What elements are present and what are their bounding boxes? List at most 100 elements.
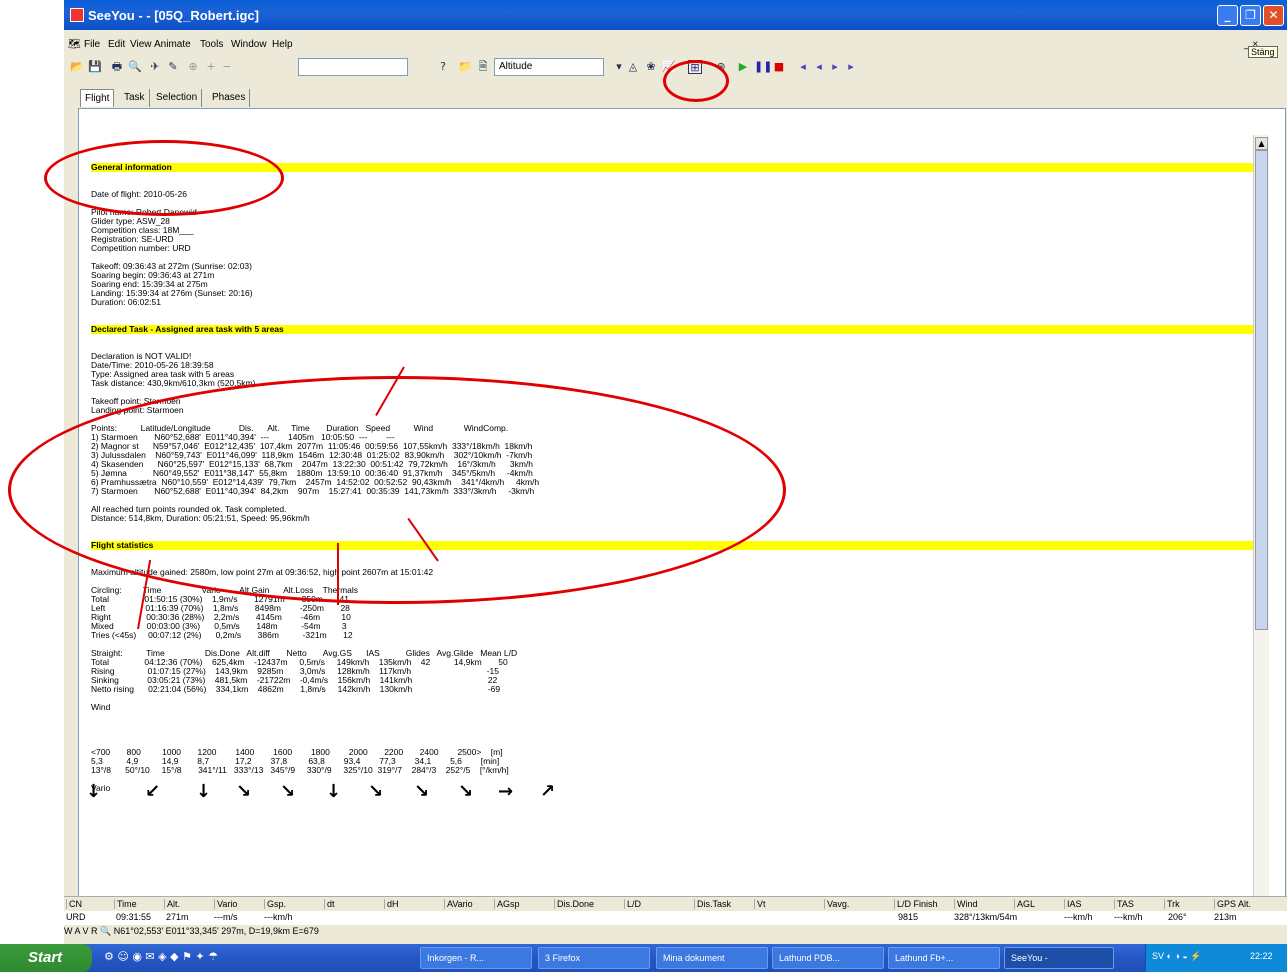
tab-phases[interactable]: Phases	[208, 89, 251, 107]
menu-help[interactable]: Help	[272, 39, 293, 50]
pause-icon[interactable]: ❚❚	[754, 60, 772, 74]
clock: 22:22	[1250, 951, 1273, 961]
scroll-up-icon[interactable]: ▲	[1255, 137, 1268, 150]
tab-flight[interactable]: Flight	[80, 89, 115, 107]
col-vt[interactable]: Vt	[754, 899, 766, 909]
wind-arrow-icon: ↓	[326, 781, 342, 802]
cell-time: 09:31:55	[116, 912, 152, 922]
tray-icons[interactable]: SV ◐ ◑ ◒ ⚡	[1152, 951, 1202, 962]
forward-icon[interactable]: ▸	[844, 60, 858, 74]
col-gsp[interactable]: Gsp.	[264, 899, 286, 909]
wind-arrow-icon: ↙	[145, 781, 161, 802]
stop-icon[interactable]: ■	[772, 60, 786, 74]
zoom-icon[interactable]: ⊕	[186, 60, 200, 74]
declared-task-header: Declared Task - Assigned area task with …	[91, 325, 1261, 334]
taskbar-item-inbox[interactable]: Inkorgen - R...	[420, 947, 532, 969]
col-vario[interactable]: Vario	[214, 899, 237, 909]
col-trk[interactable]: Trk	[1164, 899, 1180, 909]
wind-arrow-icon: ↘	[368, 781, 384, 802]
zoom-in-icon[interactable]: +	[204, 60, 218, 74]
title-bar: SeeYou - - [05Q_Robert.igc] _ ❐ ✕	[64, 0, 1287, 30]
col-alt[interactable]: Alt.	[164, 899, 180, 909]
save-icon[interactable]: 💾	[88, 60, 102, 74]
dropdown-icon[interactable]: ▾	[612, 60, 626, 74]
scroll-thumb[interactable]	[1255, 150, 1268, 630]
menu-view[interactable]: View	[130, 39, 152, 50]
edit-icon[interactable]: ✎	[166, 60, 180, 74]
preview-icon[interactable]: 🔍	[128, 60, 142, 74]
annotation-arrow	[337, 543, 339, 605]
column-header-bar: CN Time Alt. Vario Gsp. dt dH AVario AGs…	[64, 896, 1287, 911]
taskbar: Start ⚙ ☺ ◉ ✉ ◈ ◆ ⚑ ✦ ☂ Inkorgen - R... …	[0, 944, 1287, 972]
system-tray: SV ◐ ◑ ◒ ⚡ 22:22	[1145, 944, 1287, 972]
glider-icon[interactable]: ✈	[148, 60, 162, 74]
cell-cn: URD	[66, 912, 86, 922]
help-icon[interactable]: ?	[436, 60, 450, 74]
cell-gps-alt: 213m	[1214, 912, 1237, 922]
col-wind[interactable]: Wind	[954, 899, 978, 909]
quicklaunch-icons[interactable]: ⚙ ☺ ◉ ✉ ◈ ◆ ⚑ ✦ ☂	[104, 950, 218, 963]
col-distask[interactable]: Dis.Task	[694, 899, 731, 909]
annotation-ring-toolbar	[663, 60, 729, 102]
col-ias[interactable]: IAS	[1064, 899, 1082, 909]
col-agl[interactable]: AGL	[1014, 899, 1035, 909]
folder-icon[interactable]: 📁	[458, 60, 472, 74]
menu-window[interactable]: Window	[231, 39, 267, 50]
col-agsp[interactable]: AGsp	[494, 899, 520, 909]
table-row[interactable]: URD 09:31:55 271m ---m/s ---km/h 9815 32…	[64, 911, 1287, 925]
taskbar-item-lathund-pdb[interactable]: Lathund PDB...	[772, 947, 884, 969]
cell-alt: 271m	[166, 912, 189, 922]
zoom-out-icon[interactable]: −	[220, 60, 234, 74]
rewind-icon[interactable]: ◂	[796, 60, 810, 74]
col-ld-finish[interactable]: L/D Finish	[894, 899, 938, 909]
annotation-ring-pilot	[44, 140, 284, 216]
start-button[interactable]: Start	[0, 944, 92, 972]
annotation-ring-task	[8, 376, 786, 604]
taskbar-item-lathund-fb[interactable]: Lathund Fb+...	[888, 947, 1000, 969]
step-back-icon[interactable]: ◂	[812, 60, 826, 74]
wind-arrow-icon: →	[498, 781, 514, 802]
app-icon	[70, 8, 84, 22]
wind-arrow-icon: ↗	[540, 781, 556, 802]
vertical-scrollbar[interactable]: ▲ ▼	[1253, 135, 1269, 907]
tab-task[interactable]: Task	[120, 89, 150, 107]
print-icon[interactable]: 🖶	[110, 60, 124, 74]
open-icon[interactable]: 📂	[70, 60, 84, 74]
wind-arrow-icon: ↓	[196, 781, 212, 802]
menu-file[interactable]: File	[84, 39, 100, 50]
col-dt[interactable]: dt	[324, 899, 335, 909]
menu-edit[interactable]: Edit	[108, 39, 125, 50]
col-disdone[interactable]: Dis.Done	[554, 899, 594, 909]
play-icon[interactable]: ▶	[736, 60, 750, 74]
col-dh[interactable]: dH	[384, 899, 399, 909]
minimize-button[interactable]: _	[1217, 5, 1238, 26]
menu-animate[interactable]: Animate	[154, 39, 191, 50]
taskbar-item-firefox[interactable]: 3 Firefox	[538, 947, 650, 969]
task-icon[interactable]: 🗎	[476, 60, 490, 74]
tab-selection[interactable]: Selection	[152, 89, 203, 107]
col-cn[interactable]: CN	[66, 899, 82, 909]
close-button[interactable]: ✕	[1263, 5, 1284, 26]
flight-statistics-text: Maximum altitude gained: 2580m, low poin…	[91, 567, 518, 793]
mdi-icon[interactable]: 🗺	[68, 39, 81, 50]
col-ld[interactable]: L/D	[624, 899, 641, 909]
wind-arrow-icon: ↘	[458, 781, 474, 802]
step-forward-icon[interactable]: ▸	[828, 60, 842, 74]
menu-tools[interactable]: Tools	[200, 39, 223, 50]
col-gps-alt[interactable]: GPS Alt.	[1214, 899, 1251, 909]
cell-vario: ---m/s	[214, 912, 238, 922]
wind-arrow-icon: ↓	[86, 781, 102, 802]
col-tas[interactable]: TAS	[1114, 899, 1134, 909]
barograph-icon[interactable]: ◬	[626, 60, 640, 74]
maximize-button[interactable]: ❐	[1240, 5, 1261, 26]
zoom-combo[interactable]	[298, 58, 408, 76]
status-bar: W A V R 🔍 N61°02,553' E011°33,345' 297m,…	[64, 926, 1287, 940]
col-avario[interactable]: AVario	[444, 899, 473, 909]
taskbar-item-documents[interactable]: Mina dokument	[656, 947, 768, 969]
map-icon[interactable]: ❀	[644, 60, 658, 74]
cell-wind: 328°/13km/54m	[954, 912, 1018, 922]
altitude-combo[interactable]: Altitude	[494, 58, 604, 76]
col-time[interactable]: Time	[114, 899, 137, 909]
col-vavg[interactable]: Vavg.	[824, 899, 849, 909]
taskbar-item-seeyou[interactable]: SeeYou -	[1004, 947, 1114, 969]
